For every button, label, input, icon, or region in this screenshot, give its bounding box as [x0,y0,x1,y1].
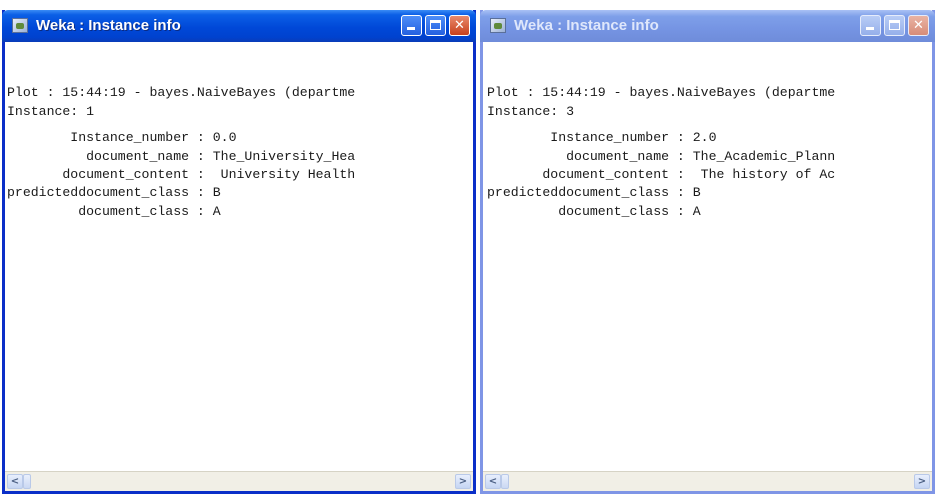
document-class-line: document_class : A [487,204,701,219]
instance-number-line: Instance_number : 0.0 [7,130,237,145]
instance-line: Instance: 3 [487,104,575,119]
maximize-button[interactable] [884,15,905,36]
scroll-right-button[interactable]: > [455,474,471,489]
document-content-line: document_content : The history of Ac [487,167,836,182]
arrow-right-icon: > [458,476,468,487]
close-button[interactable]: ✕ [449,15,470,36]
horizontal-scrollbar[interactable]: < > [5,471,473,491]
window-titlebar[interactable]: Weka : Instance info ✕ [2,10,476,42]
horizontal-scrollbar[interactable]: < > [483,471,932,491]
window-titlebar[interactable]: Weka : Instance info ✕ [480,10,935,42]
predicted-class-line: predicteddocument_class : B [7,185,221,200]
scrollbar-thumb[interactable] [23,474,31,489]
window-title: Weka : Instance info [36,17,181,34]
scroll-left-button[interactable]: < [485,474,501,489]
predicted-class-line: predicteddocument_class : B [487,185,701,200]
instance-info-window-2: Weka : Instance info ✕ Plot : 15:44:19 -… [480,10,935,494]
document-name-line: document_name : The_University_Hea [7,149,356,164]
instance-line: Instance: 1 [7,104,95,119]
close-button[interactable]: ✕ [908,15,929,36]
window-title: Weka : Instance info [514,17,659,34]
close-icon: ✕ [913,18,924,33]
maximize-button[interactable] [425,15,446,36]
minimize-icon [407,27,415,30]
minimize-button[interactable] [860,15,881,36]
document-class-line: document_class : A [7,204,221,219]
minimize-button[interactable] [401,15,422,36]
instance-info-text-area[interactable]: Plot : 15:44:19 - bayes.NaiveBayes (depa… [5,42,473,471]
plot-line: Plot : 15:44:19 - bayes.NaiveBayes (depa… [7,85,356,100]
instance-number-line: Instance_number : 2.0 [487,130,717,145]
plot-line: Plot : 15:44:19 - bayes.NaiveBayes (depa… [487,85,836,100]
minimize-icon [866,27,874,30]
close-icon: ✕ [454,18,465,33]
document-content-line: document_content : University Health [7,167,356,182]
instance-info-text-area[interactable]: Plot : 15:44:19 - bayes.NaiveBayes (depa… [483,42,932,471]
arrow-right-icon: > [917,476,927,487]
instance-info-window-1: Weka : Instance info ✕ Plot : 15:44:19 -… [2,10,476,494]
arrow-left-icon: < [10,476,20,487]
maximize-icon [430,20,441,30]
scroll-right-button[interactable]: > [914,474,930,489]
scroll-left-button[interactable]: < [7,474,23,489]
maximize-icon [889,20,900,30]
weka-app-icon[interactable] [12,18,28,33]
arrow-left-icon: < [488,476,498,487]
scrollbar-thumb[interactable] [501,474,509,489]
document-name-line: document_name : The_Academic_Plann [487,149,836,164]
weka-app-icon[interactable] [490,18,506,33]
